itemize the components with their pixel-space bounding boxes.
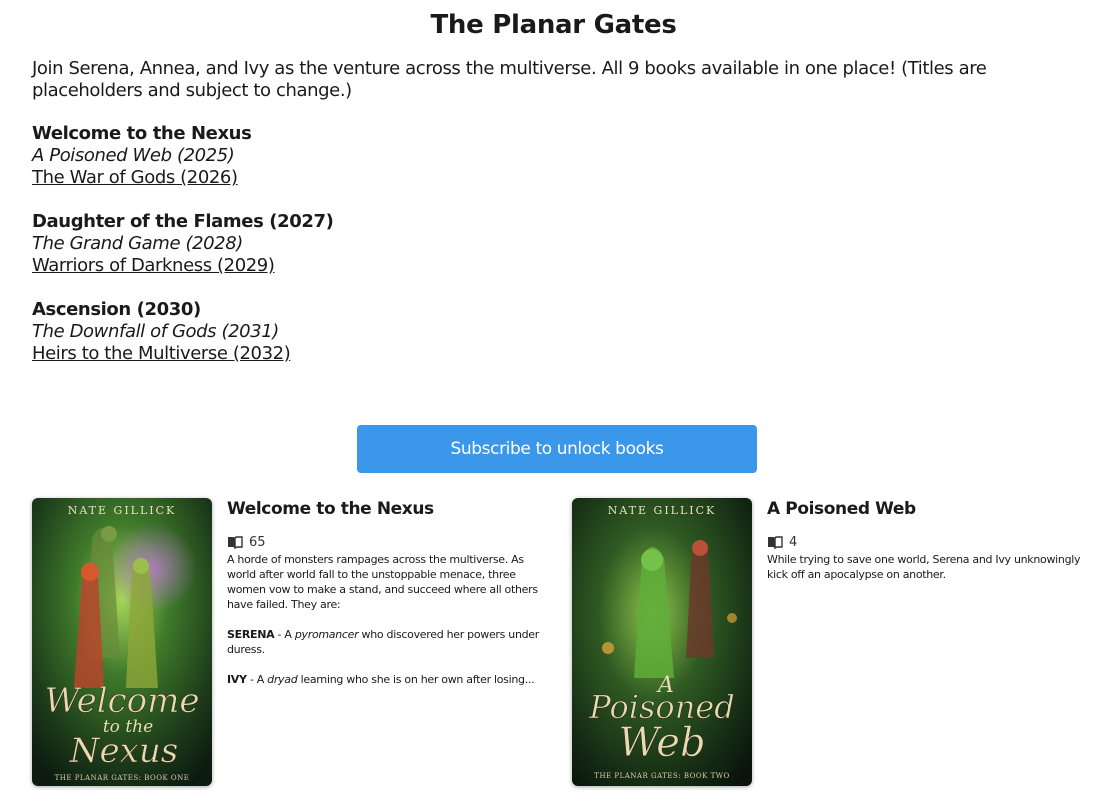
book-title-link[interactable]: The War of Gods (2026) <box>32 167 632 189</box>
description-text: learning who she is on her own after los… <box>297 673 535 686</box>
character-role: dryad <box>267 673 298 686</box>
book-title-italic: The Grand Game (2028) <box>32 233 243 254</box>
book-title-link[interactable]: Heirs to the Multiverse (2032) <box>32 343 632 365</box>
description-paragraph: A horde of monsters rampages across the … <box>227 553 538 611</box>
cover-author: NATE GILLICK <box>68 504 177 517</box>
description-text: - A <box>274 628 295 641</box>
card-info: Welcome to the Nexus 65 A horde of monst… <box>227 498 552 702</box>
series-intro: Join Serena, Annea, and Ivy as the ventu… <box>32 58 987 101</box>
cover-author: NATE GILLICK <box>608 504 717 517</box>
book-description: While trying to save one world, Serena a… <box>767 552 1092 582</box>
reader-count-value: 65 <box>249 535 266 550</box>
card-title[interactable]: A Poisoned Web <box>767 499 1092 519</box>
cover-series: THE PLANAR GATES: BOOK TWO <box>594 772 729 780</box>
open-book-icon <box>768 536 783 549</box>
book-list: Welcome to the Nexus A Poisoned Web (202… <box>32 123 632 387</box>
book-card[interactable]: NATE GILLICK A Poisoned Web THE PLANAR G… <box>572 498 1092 798</box>
book-cover[interactable]: NATE GILLICK A Poisoned Web THE PLANAR G… <box>572 498 752 786</box>
description-paragraph: While trying to save one world, Serena a… <box>767 553 1081 581</box>
cover-series: THE PLANAR GATES: BOOK ONE <box>55 774 190 782</box>
subscribe-button[interactable]: Subscribe to unlock books <box>357 425 757 473</box>
character-role: pyromancer <box>294 628 359 641</box>
book-description: A horde of monsters rampages across the … <box>227 552 552 687</box>
book-cover[interactable]: NATE GILLICK Welcome to the Nexus THE PL… <box>32 498 212 786</box>
book-group: Ascension (2030) The Downfall of Gods (2… <box>32 299 632 365</box>
book-title-link[interactable]: Warriors of Darkness (2029) <box>32 255 632 277</box>
book-title-bold: Ascension (2030) <box>32 299 201 320</box>
page-title: The Planar Gates <box>430 10 677 40</box>
character-name: IVY <box>227 673 247 686</box>
book-title-italic: The Downfall of Gods (2031) <box>32 321 279 342</box>
book-title-bold: Daughter of the Flames (2027) <box>32 211 334 232</box>
card-info: A Poisoned Web 4 While trying to save on… <box>767 498 1092 597</box>
reader-count-value: 4 <box>789 535 798 550</box>
reader-count: 65 <box>227 535 552 550</box>
card-title[interactable]: Welcome to the Nexus <box>227 499 552 519</box>
description-text: - A <box>246 673 268 686</box>
cover-title: Nexus <box>69 731 178 771</box>
reader-count: 4 <box>767 535 1092 550</box>
cover-title: Welcome <box>44 681 199 721</box>
open-book-icon <box>228 536 243 549</box>
character-name: SERENA <box>227 628 275 641</box>
book-title-italic: A Poisoned Web (2025) <box>32 145 235 166</box>
description-paragraph: IVY - A dryad learning who she is on her… <box>227 672 552 687</box>
book-group: Welcome to the Nexus A Poisoned Web (202… <box>32 123 632 189</box>
cover-title: Web <box>618 720 705 766</box>
book-card[interactable]: NATE GILLICK Welcome to the Nexus THE PL… <box>32 498 552 798</box>
book-group: Daughter of the Flames (2027) The Grand … <box>32 211 632 277</box>
description-paragraph: SERENA - A pyromancer who discovered her… <box>227 627 552 657</box>
book-title-bold: Welcome to the Nexus <box>32 123 252 144</box>
